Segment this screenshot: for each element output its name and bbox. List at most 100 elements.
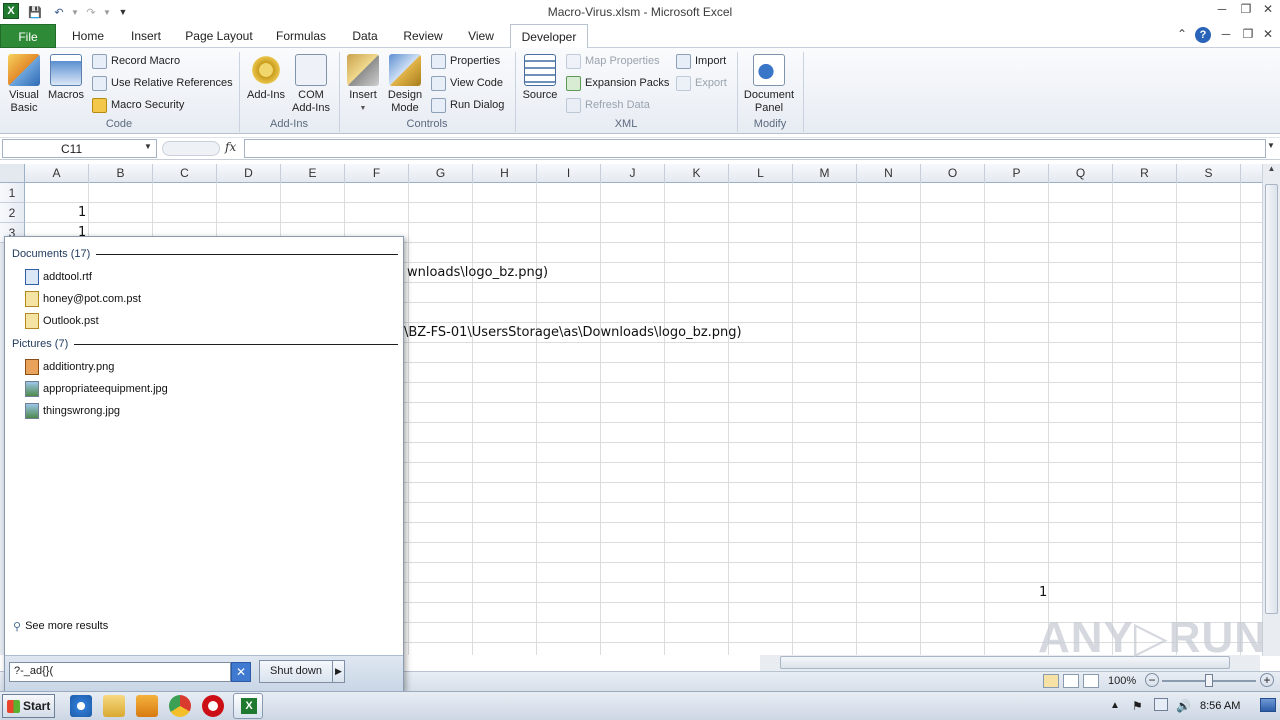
com-add-ins-button[interactable]: COM Add-Ins <box>290 54 332 115</box>
column-header-K[interactable]: K <box>665 164 729 183</box>
restore-icon[interactable]: ❐ <box>1236 2 1256 20</box>
show-desktop-button[interactable] <box>1260 698 1276 712</box>
page-break-view-icon[interactable] <box>1083 674 1099 688</box>
tab-review[interactable]: Review <box>398 24 448 48</box>
column-header-A[interactable]: A <box>25 164 89 183</box>
import-button[interactable]: Import <box>676 52 726 70</box>
cell-G5[interactable]: wnloads\logo_bz.png) <box>407 265 548 280</box>
tab-developer[interactable]: Developer <box>510 24 588 49</box>
workbook-close-icon[interactable]: ✕ <box>1258 27 1278 45</box>
column-header-M[interactable]: M <box>793 164 857 183</box>
column-header-E[interactable]: E <box>281 164 345 183</box>
normal-view-icon[interactable] <box>1043 674 1059 688</box>
taskbar-clock[interactable]: 8:56 AM <box>1200 700 1240 712</box>
start-search-input[interactable]: ?-_ad{}( <box>9 662 231 682</box>
formula-input[interactable] <box>244 139 1266 158</box>
cell-A2[interactable]: 1 <box>78 205 86 220</box>
tab-view[interactable]: View <box>458 24 504 48</box>
row-header-1[interactable]: 1 <box>0 183 25 203</box>
volume-icon[interactable]: 🔊 <box>1176 699 1191 713</box>
scroll-up-icon[interactable]: ▲ <box>1263 164 1280 173</box>
workbook-restore-icon[interactable]: ❐ <box>1238 27 1258 45</box>
add-ins-button[interactable]: Add-Ins <box>244 54 288 102</box>
show-hidden-icons-icon[interactable]: ▲ <box>1110 700 1120 711</box>
ribbon-collapse-icon[interactable]: ⌃ <box>1172 27 1192 45</box>
vertical-scrollbar[interactable]: ▲ <box>1262 164 1280 656</box>
file-explorer-icon[interactable] <box>103 695 125 717</box>
search-result-document[interactable]: honey@pot.com.pst <box>25 289 141 309</box>
start-button[interactable]: Start <box>2 694 55 718</box>
search-result-picture[interactable]: thingswrong.jpg <box>25 401 120 421</box>
search-result-picture[interactable]: additiontry.png <box>25 357 114 377</box>
excel-taskbar-icon[interactable]: X <box>233 693 263 719</box>
vertical-scroll-thumb[interactable] <box>1265 184 1278 614</box>
column-header-C[interactable]: C <box>153 164 217 183</box>
use-relative-references-button[interactable]: Use Relative References <box>92 74 233 92</box>
design-mode-button[interactable]: Design Mode <box>384 54 426 115</box>
clear-search-icon[interactable]: ✕ <box>231 662 251 682</box>
properties-button[interactable]: Properties <box>431 52 500 70</box>
run-dialog-button[interactable]: Run Dialog <box>431 96 504 114</box>
zoom-level[interactable]: 100% <box>1108 675 1136 687</box>
column-header-Q[interactable]: Q <box>1049 164 1113 183</box>
export-button[interactable]: Export <box>676 74 727 92</box>
page-layout-view-icon[interactable] <box>1063 674 1079 688</box>
zoom-out-icon[interactable]: − <box>1145 673 1159 687</box>
select-all-corner[interactable] <box>0 164 25 183</box>
cell-P21[interactable]: 1 <box>1039 585 1047 600</box>
column-header-R[interactable]: R <box>1113 164 1177 183</box>
tab-home[interactable]: Home <box>66 24 110 48</box>
column-header-G[interactable]: G <box>409 164 473 183</box>
cell-G8[interactable]: \BZ-FS-01\UsersStorage\as\Downloads\logo… <box>404 325 742 340</box>
refresh-data-button[interactable]: Refresh Data <box>566 96 650 114</box>
tab-formulas[interactable]: Formulas <box>270 24 332 48</box>
shut-down-button[interactable]: Shut down <box>259 660 333 683</box>
minimize-icon[interactable]: ─ <box>1212 2 1232 20</box>
close-icon[interactable]: ✕ <box>1258 2 1278 20</box>
tab-page-layout[interactable]: Page Layout <box>182 24 256 48</box>
expansion-packs-button[interactable]: Expansion Packs <box>566 74 669 92</box>
map-properties-button[interactable]: Map Properties <box>566 52 660 70</box>
internet-explorer-icon[interactable] <box>70 695 92 717</box>
column-header-O[interactable]: O <box>921 164 985 183</box>
media-player-icon[interactable] <box>136 695 158 717</box>
name-box[interactable]: C11 <box>2 139 157 158</box>
chrome-icon[interactable] <box>169 695 191 717</box>
column-header-F[interactable]: F <box>345 164 409 183</box>
opera-icon[interactable] <box>202 695 224 717</box>
zoom-in-icon[interactable]: + <box>1260 673 1274 687</box>
tab-file[interactable]: File <box>0 24 56 48</box>
network-icon[interactable] <box>1154 698 1168 711</box>
expand-formula-bar-icon[interactable]: ▼ <box>1267 141 1275 150</box>
column-header-I[interactable]: I <box>537 164 601 183</box>
zoom-slider-thumb[interactable] <box>1205 674 1213 687</box>
source-button[interactable]: Source <box>520 54 560 102</box>
macros-button[interactable]: Macros <box>46 54 86 102</box>
column-header-J[interactable]: J <box>601 164 665 183</box>
column-header-S[interactable]: S <box>1177 164 1241 183</box>
column-header-N[interactable]: N <box>857 164 921 183</box>
record-macro-button[interactable]: Record Macro <box>92 52 180 70</box>
formula-bar-resize-handle[interactable] <box>162 141 220 156</box>
tab-insert[interactable]: Insert <box>124 24 168 48</box>
help-icon[interactable]: ? <box>1195 27 1211 43</box>
document-panel-button[interactable]: Document Panel <box>740 54 798 115</box>
row-header-2[interactable]: 2 <box>0 203 25 223</box>
see-more-results-link[interactable]: ⚲ See more results <box>13 616 108 636</box>
workbook-minimize-icon[interactable]: ─ <box>1216 27 1236 45</box>
visual-basic-button[interactable]: Visual Basic <box>4 54 44 115</box>
column-header-D[interactable]: D <box>217 164 281 183</box>
search-result-document[interactable]: addtool.rtf <box>25 267 92 287</box>
action-center-flag-icon[interactable]: ⚑ <box>1132 699 1143 713</box>
column-header-P[interactable]: P <box>985 164 1049 183</box>
insert-controls-button[interactable]: Insert ▼ <box>344 54 382 115</box>
column-header-L[interactable]: L <box>729 164 793 183</box>
shut-down-options-icon[interactable]: ▶ <box>333 660 345 683</box>
search-result-document[interactable]: Outlook.pst <box>25 311 99 331</box>
tab-data[interactable]: Data <box>344 24 386 48</box>
insert-function-icon[interactable]: fx <box>225 140 236 154</box>
column-header-H[interactable]: H <box>473 164 537 183</box>
name-box-dropdown-icon[interactable]: ▼ <box>144 142 152 151</box>
search-result-picture[interactable]: appropriateequipment.jpg <box>25 379 168 399</box>
view-code-button[interactable]: View Code <box>431 74 503 92</box>
